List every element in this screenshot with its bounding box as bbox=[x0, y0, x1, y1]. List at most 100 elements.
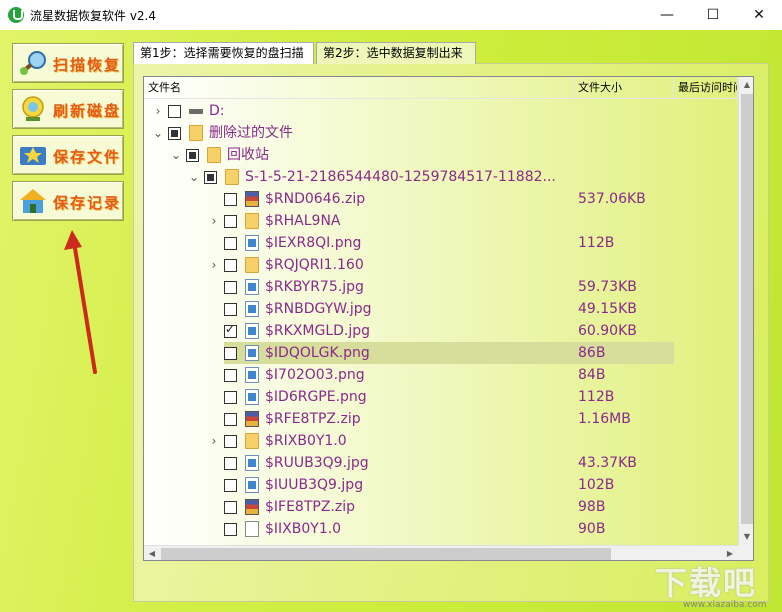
save-record-icon bbox=[20, 189, 46, 213]
file-size: 98B bbox=[578, 499, 606, 515]
file-name: $I702O03.png bbox=[265, 367, 365, 383]
collapse-chevron-icon[interactable]: ⌄ bbox=[152, 124, 164, 142]
tree-row[interactable]: ⌄ 回收站 bbox=[144, 144, 738, 166]
file-size: 537.06KB bbox=[578, 191, 646, 207]
file-name: $RFE8TPZ.zip bbox=[265, 411, 361, 427]
tree-row[interactable]: ⌄ S-1-5-21-2186544480-1259784517-11882... bbox=[144, 166, 738, 188]
save-file-button[interactable]: 保存文件 bbox=[12, 135, 124, 175]
file-size: 112B bbox=[578, 389, 615, 405]
save-record-button[interactable]: 保存记录 bbox=[12, 181, 124, 221]
row-checkbox[interactable] bbox=[224, 501, 237, 514]
file-tree-view[interactable]: 文件名 文件大小 最后访问时间 › D: ⌄ 删除过的文件 ⌄ 回收站 ⌄ S-1-5-21-… bbox=[143, 76, 754, 561]
image-icon bbox=[245, 323, 259, 339]
tree-row[interactable]: › D: bbox=[144, 100, 738, 122]
tree-row[interactable]: › $RQJQRI1.160 bbox=[144, 254, 738, 276]
tree-row[interactable]: $IIXB0Y1.0 90B bbox=[144, 518, 738, 540]
tree-row[interactable]: $RKXMGLD.jpg 60.90KB bbox=[144, 320, 738, 342]
row-checkbox[interactable] bbox=[224, 435, 237, 448]
scan-recover-button[interactable]: 扫描恢复 bbox=[12, 43, 124, 83]
refresh-disk-button[interactable]: 刷新磁盘 bbox=[12, 89, 124, 129]
row-checkbox[interactable] bbox=[224, 259, 237, 272]
file-size: 1.16MB bbox=[578, 411, 631, 427]
watermark-url: www.xiazaiba.com bbox=[683, 600, 767, 610]
row-checkbox[interactable] bbox=[224, 322, 237, 338]
expand-chevron-icon[interactable]: › bbox=[208, 256, 220, 274]
file-name: $IEXR8QI.png bbox=[265, 235, 362, 251]
horizontal-scrollbar[interactable]: ◀ ▶ bbox=[144, 545, 738, 560]
image-icon bbox=[245, 235, 259, 251]
app-client-area: 扫描恢复 刷新磁盘 保存文件 保存记录 第1步：选择需要恢复的盘扫描 第2步：选… bbox=[0, 30, 782, 612]
sidebar-item-label: 刷新磁盘 bbox=[53, 102, 122, 120]
file-name: $RHAL9NA bbox=[265, 213, 341, 229]
expand-chevron-icon[interactable]: › bbox=[208, 432, 220, 450]
file-name: $RNBDGYW.jpg bbox=[265, 301, 372, 317]
tree-row[interactable]: $RKBYR75.jpg 59.73KB bbox=[144, 276, 738, 298]
minimize-button[interactable]: — bbox=[644, 0, 690, 30]
scroll-left-arrow[interactable]: ◀ bbox=[144, 546, 160, 560]
tree-row[interactable]: $IDQOLGK.png 86B bbox=[144, 342, 738, 364]
scroll-down-arrow[interactable]: ▼ bbox=[739, 529, 753, 545]
tree-row[interactable]: $RND0646.zip 537.06KB bbox=[144, 188, 738, 210]
tree-row[interactable]: $RNBDGYW.jpg 49.15KB bbox=[144, 298, 738, 320]
row-checkbox[interactable] bbox=[224, 523, 237, 536]
row-checkbox[interactable] bbox=[168, 127, 181, 140]
tab-step1-scan[interactable]: 第1步：选择需要恢复的盘扫描 bbox=[133, 42, 314, 64]
column-header-last-access[interactable]: 最后访问时间 bbox=[674, 77, 738, 98]
collapse-chevron-icon[interactable]: ⌄ bbox=[188, 168, 200, 186]
tree-row[interactable]: $ID6RGPE.png 112B bbox=[144, 386, 738, 408]
tab-step2-copy[interactable]: 第2步：选中数据复制出来 bbox=[316, 42, 476, 64]
row-checkbox[interactable] bbox=[224, 347, 237, 360]
column-header-filename[interactable]: 文件名 bbox=[144, 77, 574, 98]
tree-row[interactable]: $IEXR8QI.png 112B bbox=[144, 232, 738, 254]
tree-row[interactable]: › $RIXB0Y1.0 bbox=[144, 430, 738, 452]
annotation-arrow bbox=[64, 230, 97, 374]
row-checkbox[interactable] bbox=[224, 281, 237, 294]
tree-row[interactable]: › $RHAL9NA bbox=[144, 210, 738, 232]
zip-icon bbox=[245, 499, 259, 515]
file-size: 90B bbox=[578, 521, 606, 537]
tree-row[interactable]: $I702O03.png 84B bbox=[144, 364, 738, 386]
file-size: 43.37KB bbox=[578, 455, 637, 471]
collapse-chevron-icon[interactable]: ⌄ bbox=[170, 146, 182, 164]
folder-icon bbox=[245, 213, 259, 229]
tree-row[interactable]: $RFE8TPZ.zip 1.16MB bbox=[144, 408, 738, 430]
expand-chevron-icon[interactable]: › bbox=[152, 102, 164, 120]
row-checkbox[interactable] bbox=[224, 413, 237, 426]
row-checkbox[interactable] bbox=[224, 193, 237, 206]
file-name: $IFE8TPZ.zip bbox=[265, 499, 356, 515]
close-button[interactable]: ✕ bbox=[736, 0, 782, 30]
file-icon bbox=[245, 521, 259, 537]
row-checkbox[interactable] bbox=[168, 105, 181, 118]
tree-row[interactable]: $RUUB3Q9.jpg 43.37KB bbox=[144, 452, 738, 474]
expand-chevron-icon[interactable]: › bbox=[208, 212, 220, 230]
row-checkbox[interactable] bbox=[224, 237, 237, 250]
row-checkbox[interactable] bbox=[224, 457, 237, 470]
tree-row[interactable]: ⌄ 删除过的文件 bbox=[144, 122, 738, 144]
scroll-up-arrow[interactable]: ▲ bbox=[739, 77, 753, 93]
row-checkbox[interactable] bbox=[224, 479, 237, 492]
app-logo-icon bbox=[8, 7, 24, 23]
watermark-logo: 下载吧 bbox=[655, 564, 758, 602]
column-header-filesize[interactable]: 文件大小 bbox=[574, 77, 674, 98]
vertical-scrollbar[interactable]: ▲ ▼ bbox=[738, 77, 753, 545]
file-name: $RKXMGLD.jpg bbox=[265, 323, 371, 339]
vertical-scroll-thumb[interactable] bbox=[741, 94, 753, 524]
row-checkbox[interactable] bbox=[204, 171, 217, 184]
row-checkbox[interactable] bbox=[224, 391, 237, 404]
horizontal-scroll-thumb[interactable] bbox=[161, 548, 611, 560]
file-name: $RUUB3Q9.jpg bbox=[265, 455, 369, 471]
file-size: 86B bbox=[578, 345, 606, 361]
row-checkbox[interactable] bbox=[186, 149, 199, 162]
row-checkbox[interactable] bbox=[224, 215, 237, 228]
sidebar-item-label: 保存记录 bbox=[53, 194, 122, 212]
tree-row[interactable]: $IUUB3Q9.jpg 102B bbox=[144, 474, 738, 496]
refresh-disk-icon bbox=[22, 96, 44, 121]
file-size: 112B bbox=[578, 235, 615, 251]
tree-row[interactable]: $IFE8TPZ.zip 98B bbox=[144, 496, 738, 518]
row-checkbox[interactable] bbox=[224, 303, 237, 316]
row-checkbox[interactable] bbox=[224, 369, 237, 382]
maximize-button[interactable]: ☐ bbox=[690, 0, 736, 30]
image-icon bbox=[245, 345, 259, 361]
file-size: 60.90KB bbox=[578, 323, 637, 339]
window-title: 流星数据恢复软件 v2.4 bbox=[30, 9, 157, 23]
